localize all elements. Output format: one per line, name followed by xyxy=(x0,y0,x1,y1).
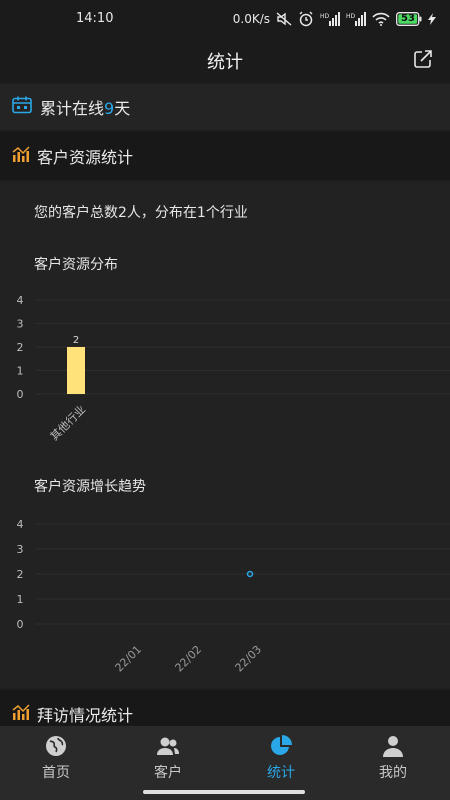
svg-text:HD: HD xyxy=(320,13,330,20)
section-title: 拜访情况统计 xyxy=(37,706,134,725)
bar xyxy=(67,347,85,394)
status-icons: 0.0K/s HD HD 53 xyxy=(233,10,436,28)
svg-text:HD: HD xyxy=(346,13,356,20)
y-tick-label: 2 xyxy=(17,341,24,354)
online-prefix: 累计在线 xyxy=(40,99,105,118)
y-tick-label: 4 xyxy=(17,294,24,307)
y-tick-label: 0 xyxy=(17,618,24,631)
y-tick-label: 0 xyxy=(17,388,24,401)
x-tick-label: 其他行业 xyxy=(48,403,88,443)
net-speed: 0.0K/s xyxy=(232,12,270,26)
nav-home[interactable]: 首页 xyxy=(0,734,112,790)
hd-signal-icon: HD xyxy=(346,12,366,26)
bottom-nav: 首页 客户 统计 我的 xyxy=(0,726,450,800)
y-tick-label: 1 xyxy=(17,593,24,606)
y-tick-label: 4 xyxy=(17,518,24,531)
home-globe-icon xyxy=(46,736,66,756)
nav-profile[interactable]: 我的 xyxy=(337,734,449,790)
distribution-chart-title: 客户资源分布 xyxy=(34,257,118,273)
status-time: 14:10 xyxy=(76,11,114,26)
online-suffix: 天 xyxy=(114,99,131,118)
y-tick-label: 2 xyxy=(17,568,24,581)
section-title: 客户资源统计 xyxy=(37,148,134,167)
growth-chart: 0 1 2 3 4 22/01 22/02 22/03 xyxy=(17,518,450,674)
page-title: 统计 xyxy=(207,52,243,73)
data-label: 2 xyxy=(73,335,79,346)
nav-customers[interactable]: 客户 xyxy=(112,734,224,790)
online-days-row: 累计在线9天 xyxy=(0,84,450,130)
y-tick-label: 3 xyxy=(17,543,24,556)
nav-stats[interactable]: 统计 xyxy=(225,734,337,790)
customers-icon xyxy=(157,737,179,755)
nav-label: 统计 xyxy=(267,765,295,781)
calendar-icon xyxy=(12,96,32,118)
y-tick-label: 3 xyxy=(17,318,24,331)
trend-chart-icon xyxy=(12,704,30,724)
profile-icon xyxy=(383,736,403,757)
distribution-chart: 0 1 2 3 4 2 其他行业 xyxy=(17,294,450,443)
wifi-icon xyxy=(372,12,390,26)
mute-icon xyxy=(276,12,292,26)
share-icon[interactable] xyxy=(412,48,434,70)
alarm-icon xyxy=(298,11,314,27)
x-tick-label: 22/03 xyxy=(233,643,265,674)
customer-stats-header[interactable]: 客户资源统计 xyxy=(0,132,450,180)
home-indicator xyxy=(143,790,305,794)
growth-chart-title: 客户资源增长趋势 xyxy=(34,479,146,495)
customer-stats-card: 您的客户总数2人，分布在1个行业 客户资源分布 0 1 2 3 4 2 其他行业 客户资源增… xyxy=(0,182,450,688)
summary-text: 您的客户总数2人，分布在1个行业 xyxy=(34,205,248,221)
nav-label: 首页 xyxy=(42,765,70,781)
nav-label: 客户 xyxy=(154,765,182,781)
charging-icon xyxy=(428,13,436,25)
stats-pie-icon xyxy=(271,735,292,755)
online-days-count: 9 xyxy=(104,99,115,118)
online-days-text: 累计在线9天 xyxy=(40,95,130,119)
nav-label: 我的 xyxy=(379,765,407,781)
hd-signal-icon: HD xyxy=(320,12,340,26)
battery-level: 53 xyxy=(401,13,415,24)
battery-icon: 53 xyxy=(396,12,422,26)
y-tick-label: 1 xyxy=(17,365,24,378)
status-bar: 14:10 0.0K/s HD HD 53 xyxy=(0,0,450,38)
app-header: 统计 xyxy=(0,38,450,82)
x-tick-label: 22/02 xyxy=(173,643,205,674)
x-tick-label: 22/01 xyxy=(113,643,145,674)
trend-chart-icon xyxy=(12,146,30,166)
